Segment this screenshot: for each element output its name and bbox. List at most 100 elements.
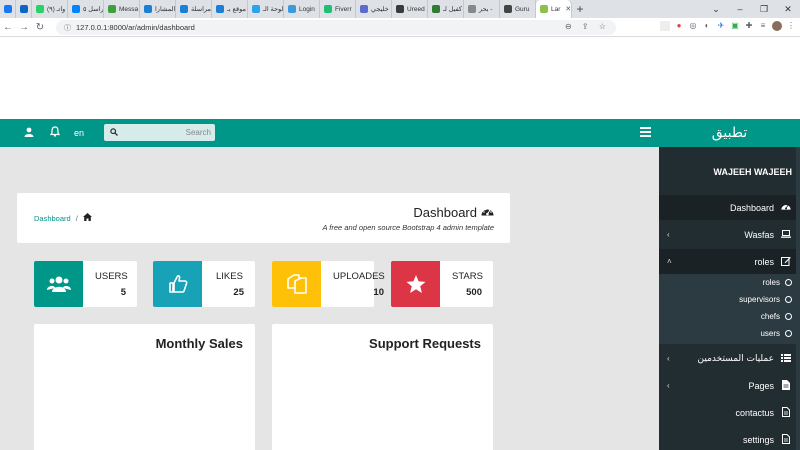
new-tab-icon[interactable]: + (572, 2, 588, 16)
maximize-icon[interactable]: ❐ (752, 0, 776, 18)
submenu-item-roles[interactable]: roles (763, 278, 792, 287)
language-switch[interactable]: en (74, 128, 84, 138)
tab-search-icon[interactable]: ⌄ (704, 0, 728, 18)
extension-icon[interactable]: ◎ (688, 21, 698, 31)
browser-tab[interactable] (0, 0, 16, 18)
browser-tab[interactable]: Login (284, 0, 320, 18)
chevron-left-icon: ‹ (667, 230, 670, 239)
home-icon[interactable] (82, 213, 92, 223)
breadcrumb-dashboard-link[interactable]: Dashboard (34, 214, 71, 223)
sidebar-item-settings[interactable]: settings (659, 427, 800, 450)
browser-tab[interactable]: (٩) واتـ (32, 0, 68, 18)
circle-icon (785, 279, 792, 286)
browser-tab[interactable]: Ureed (392, 0, 428, 18)
browser-tab[interactable]: مراسلة (176, 0, 212, 18)
sidebar-item-contactus[interactable]: contactus (659, 400, 800, 425)
tab-favicon-icon (4, 5, 12, 13)
tab-favicon-icon (36, 5, 44, 13)
browser-tab[interactable]: كفيل لـ (428, 0, 464, 18)
back-icon[interactable]: ← (0, 22, 16, 33)
widget-likes-value: 25 (233, 287, 244, 298)
extension-icon[interactable]: ▣ (730, 21, 740, 31)
user-icon[interactable] (16, 127, 42, 140)
submenu-item-label: chefs (760, 312, 780, 321)
widget-stars: STARS 500 (391, 261, 493, 307)
edit-icon (780, 256, 792, 268)
extension-icon[interactable] (660, 21, 670, 31)
list-icon (780, 353, 792, 364)
browser-tab[interactable]: لوحة الـ (248, 0, 284, 18)
browser-tab[interactable] (16, 0, 32, 18)
support-requests-title: Support Requests (369, 336, 481, 351)
search-bar[interactable] (104, 124, 215, 141)
sidebar-item-pages[interactable]: ‹ Pages (659, 373, 800, 398)
extension-icon[interactable]: ◐ (702, 21, 712, 31)
forward-icon[interactable]: → (16, 22, 32, 33)
tab-favicon-icon (540, 5, 548, 13)
sidebar-scrollbar[interactable] (796, 147, 800, 450)
sidebar-item-wasfas[interactable]: ‹ Wasfas (659, 222, 800, 247)
address-bar[interactable]: ⓘ 127.0.0.1:8000/ar/admin/dashboard ⊖ ⇪ … (56, 20, 616, 35)
tab-label: Fiverr (335, 5, 352, 13)
dashboard-icon (481, 205, 494, 220)
browser-tab[interactable]: المشارا (140, 0, 176, 18)
widget-likes: LIKES 25 (153, 261, 255, 307)
browser-tab[interactable]: موقع بـ (212, 0, 248, 18)
thumbs-up-icon (153, 261, 202, 307)
bell-icon[interactable] (42, 126, 68, 140)
omnibox-action-icons[interactable]: ⊖ ⇪ ☆ (565, 22, 610, 31)
profile-avatar[interactable] (772, 21, 782, 31)
reload-icon[interactable]: ↻ (32, 22, 48, 33)
page-subtitle: A free and open source Bootstrap 4 admin… (322, 223, 495, 232)
close-tab-icon[interactable]: ✕ (565, 5, 571, 13)
circle-icon (785, 330, 792, 337)
tab-favicon-icon (20, 5, 28, 13)
extension-icons: ● ◎ ◐ ✈ ▣ ✚ ≡ ⋮ (660, 21, 796, 31)
app-brand[interactable]: تطبيق (659, 119, 800, 147)
tab-label: راسل ٥ (83, 6, 104, 13)
sidebar-item-dashboard[interactable]: Dashboard (659, 195, 800, 220)
tab-label: مراسلة (191, 6, 211, 13)
sidebar-item-user-operations[interactable]: ‹ عمليات المستخدمين (659, 346, 800, 371)
tab-favicon-icon (252, 5, 260, 13)
puzzle-icon[interactable]: ✚ (744, 21, 754, 31)
tab-label: كفيل لـ (443, 6, 462, 13)
widget-users-value: 5 (120, 287, 126, 298)
support-requests-panel: Support Requests (272, 324, 493, 450)
browser-tab[interactable]: خليجي (356, 0, 392, 18)
widget-stars-value: 500 (466, 287, 482, 298)
browser-tab[interactable]: Fiverr (320, 0, 356, 18)
extension-icon[interactable]: ✈ (716, 21, 726, 31)
tab-label: (٩) واتـ (47, 6, 66, 13)
submenu-item-chefs[interactable]: chefs (761, 312, 792, 321)
tab-favicon-icon (396, 5, 404, 13)
search-input[interactable] (121, 128, 211, 137)
page-title-card: Dashboard / Dashboard A free and open so… (17, 193, 510, 243)
browser-tab[interactable]: بحر - (464, 0, 500, 18)
laptop-icon (780, 229, 792, 240)
browser-tab[interactable]: Guru (500, 0, 536, 18)
minimize-icon[interactable]: – (728, 0, 752, 18)
sidebar-item-label: Dashboard (729, 202, 774, 213)
tab-label: Ureed (407, 5, 425, 13)
submenu-item-supervisors[interactable]: supervisors (739, 295, 792, 304)
extension-icon[interactable]: ● (674, 21, 684, 31)
search-icon[interactable] (110, 127, 118, 139)
monthly-sales-panel: Monthly Sales (34, 324, 255, 450)
tab-favicon-icon (180, 5, 188, 13)
sidebar-item-label: Pages (748, 380, 774, 391)
submenu-item-users[interactable]: users (760, 329, 792, 338)
browser-tab[interactable]: Messa (104, 0, 140, 18)
browser-tab[interactable]: راسل ٥ (68, 0, 104, 18)
tab-favicon-icon (360, 5, 368, 13)
browser-tab[interactable]: Lar ✕ (536, 0, 572, 18)
close-window-icon[interactable]: ✕ (776, 0, 800, 18)
info-icon[interactable]: ⓘ (64, 23, 71, 33)
chevron-left-icon: ‹ (667, 354, 670, 363)
sidebar-item-roles[interactable]: ˄ roles (659, 249, 800, 274)
sidebar-item-label: settings (742, 434, 774, 445)
tab-label: خليجي (371, 6, 389, 13)
menu-dots-icon[interactable]: ⋮ (786, 21, 796, 31)
extension-icon[interactable]: ≡ (758, 21, 768, 31)
hamburger-menu-icon[interactable] (640, 127, 651, 139)
